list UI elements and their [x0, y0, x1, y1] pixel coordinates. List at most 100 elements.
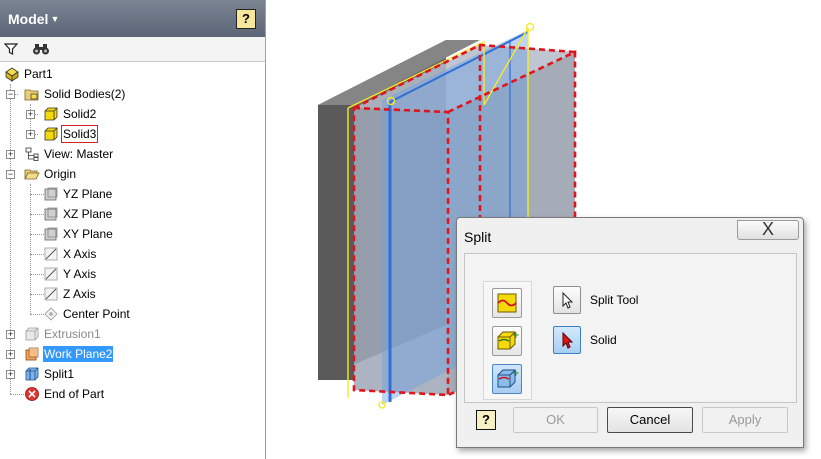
tree-item-label: Solid3	[60, 125, 99, 143]
tree-line	[30, 194, 44, 195]
tree-item-extrusion1[interactable]: Extrusion1	[24, 325, 102, 343]
split-face-mode-button[interactable]	[492, 288, 522, 318]
cursor-arrow-icon	[562, 331, 574, 349]
split-mode-group: + +	[483, 281, 532, 400]
ok-button[interactable]: OK	[513, 407, 598, 433]
tree-item-label: Extrusion1	[44, 327, 101, 341]
tree-item-solid2[interactable]: Solid2	[43, 105, 97, 123]
tree-item-label: Z Axis	[63, 287, 96, 301]
close-button[interactable]: X	[737, 220, 799, 240]
work-plane-icon	[44, 187, 58, 201]
dialog-title: Split	[464, 229, 492, 245]
tree-line	[30, 274, 44, 275]
tree-item-part1[interactable]: Part1	[4, 65, 54, 83]
split-tool-label: Split Tool	[590, 293, 639, 307]
filter-icon[interactable]	[4, 42, 18, 56]
solid-label: Solid	[590, 333, 617, 347]
end-of-part-icon	[25, 387, 39, 401]
tree-item-label: X Axis	[63, 247, 97, 261]
chevron-down-icon: ▼	[50, 14, 60, 24]
dialog-help-button[interactable]: ?	[476, 410, 496, 430]
cancel-button[interactable]: Cancel	[607, 407, 693, 433]
vertex-marker	[525, 22, 535, 32]
tree-item-label: Split1	[44, 367, 75, 381]
tree-item-label: XZ Plane	[63, 207, 113, 221]
work-plane-icon	[44, 207, 58, 221]
cursor-arrow-icon	[562, 291, 574, 309]
tree-line	[30, 234, 44, 235]
part-icon	[5, 67, 19, 82]
panel-title-text: Model	[8, 11, 49, 27]
tree-item-label: View: Master	[44, 147, 114, 161]
tree-item-label: YZ Plane	[63, 187, 113, 201]
panel-header: Model ▼ ?	[0, 0, 265, 37]
panel-title-dropdown[interactable]: Model ▼	[8, 11, 59, 27]
work-plane-icon	[44, 227, 58, 241]
tree-item-solid-bodies[interactable]: Solid Bodies(2)	[24, 85, 126, 103]
tree-item-label: Solid Bodies(2)	[44, 87, 126, 101]
split-feature-icon	[25, 367, 39, 381]
work-axis-icon	[44, 287, 58, 301]
folder-open-icon	[24, 169, 40, 180]
expand-toggle[interactable]: +	[26, 130, 35, 139]
view-rep-icon	[25, 147, 39, 161]
folder-bodies-icon	[24, 89, 39, 101]
panel-toolbar	[0, 37, 265, 62]
collapse-toggle[interactable]: −	[6, 170, 15, 179]
apply-button[interactable]: Apply	[702, 407, 788, 433]
binoculars-icon[interactable]	[32, 42, 50, 56]
expand-toggle[interactable]: +	[6, 350, 15, 359]
tree-item-label: Part1	[24, 67, 53, 81]
tree-item-label: XY Plane	[63, 227, 113, 241]
tree-item-xz-plane[interactable]: XZ Plane	[43, 205, 113, 223]
tree-line	[30, 314, 44, 315]
panel-help-button[interactable]: ?	[236, 9, 256, 29]
svg-text:+: +	[512, 369, 520, 379]
extrude-icon	[25, 327, 39, 341]
tree-item-xy-plane[interactable]: XY Plane	[43, 225, 114, 243]
solid-body-icon	[44, 107, 58, 121]
tree-item-view-master[interactable]: View: Master	[24, 145, 114, 163]
expand-toggle[interactable]: +	[26, 110, 35, 119]
dialog-body: + + Split Tool Solid	[464, 253, 797, 403]
tree-item-end-of-part[interactable]: End of Part	[24, 385, 105, 403]
expand-toggle[interactable]: +	[6, 150, 15, 159]
model-tree: Part1 − Solid Bodies(2) + Solid2 + Solid…	[0, 64, 265, 459]
tree-line	[10, 84, 11, 394]
close-icon: X	[761, 219, 774, 239]
tree-item-z-axis[interactable]: Z Axis	[43, 285, 97, 303]
tree-line	[30, 294, 44, 295]
tree-item-label: Solid2	[63, 107, 97, 121]
tree-item-origin[interactable]: Origin	[24, 165, 77, 183]
tree-line	[30, 254, 44, 255]
collapse-toggle[interactable]: −	[6, 90, 15, 99]
trim-solid-mode-button[interactable]: +	[492, 326, 522, 356]
model-browser-panel: Model ▼ ? Part1 − Solid Bodies(2) + Soli…	[0, 0, 266, 459]
tree-item-label: End of Part	[44, 387, 105, 401]
split-tool-select-button[interactable]	[553, 286, 581, 314]
work-axis-icon	[44, 247, 58, 261]
expand-toggle[interactable]: +	[6, 370, 15, 379]
tree-line	[10, 394, 24, 395]
trim-solid-icon: +	[497, 331, 520, 350]
work-point-icon	[44, 307, 58, 321]
tree-item-solid3[interactable]: Solid3	[43, 125, 99, 143]
tree-item-y-axis[interactable]: Y Axis	[43, 265, 97, 283]
tree-item-center-point[interactable]: Center Point	[43, 305, 131, 323]
tree-item-x-axis[interactable]: X Axis	[43, 245, 97, 263]
expand-toggle[interactable]: +	[6, 330, 15, 339]
tree-item-label: Y Axis	[63, 267, 97, 281]
tree-item-split1[interactable]: Split1	[24, 365, 75, 383]
split-face-icon	[497, 293, 517, 313]
tree-item-yz-plane[interactable]: YZ Plane	[43, 185, 113, 203]
svg-text:+: +	[512, 331, 520, 341]
solid-select-button[interactable]	[553, 326, 581, 354]
tree-item-label: Center Point	[63, 307, 130, 321]
tree-item-work-plane2[interactable]: Work Plane2	[24, 345, 114, 363]
solid-body-icon	[44, 127, 58, 141]
split-solid-mode-button[interactable]: +	[492, 364, 522, 394]
tree-item-label: Origin	[44, 167, 77, 181]
split-solid-icon: +	[497, 369, 520, 388]
work-axis-icon	[44, 267, 58, 281]
tree-item-label: Work Plane2	[43, 346, 114, 362]
